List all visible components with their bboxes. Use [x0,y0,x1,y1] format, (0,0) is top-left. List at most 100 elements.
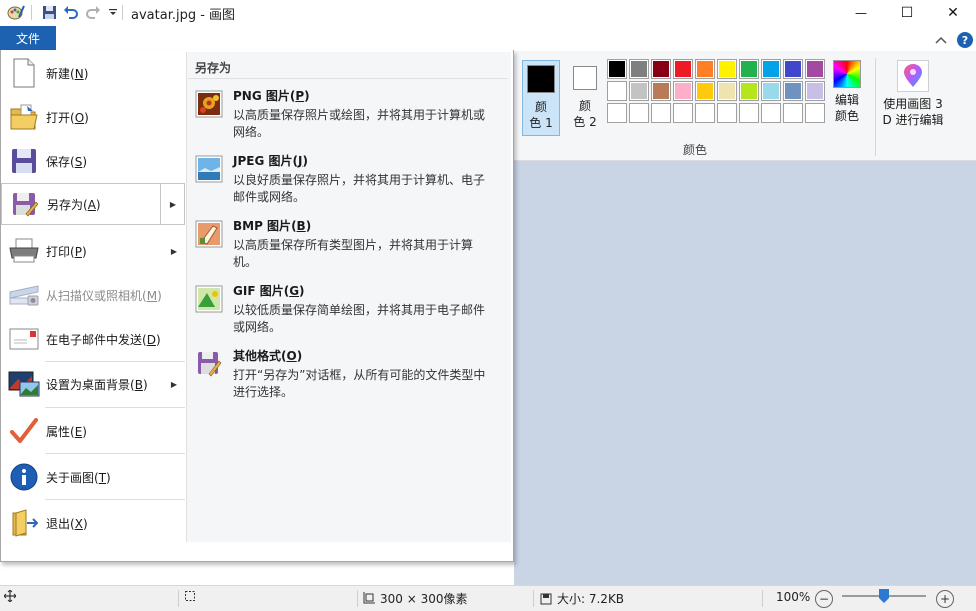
palette-custom-slot[interactable] [651,103,671,123]
palette-custom-slot[interactable] [739,103,759,123]
qat-divider [31,5,32,20]
file-menu-item-accelerator: A [87,197,96,212]
palette-color-swatch[interactable] [629,81,649,101]
file-menu-item-text: 新建 [46,66,71,81]
palette-color-fill [807,83,823,99]
palette-color-swatch[interactable] [739,59,759,79]
zoom-in-button[interactable]: + [936,590,954,608]
palette-custom-slot[interactable] [805,103,825,123]
file-menu-item[interactable]: 退出(X) [1,501,185,545]
file-menu-item-accelerator: O [74,110,85,125]
edit-colors-button[interactable]: 编辑 颜色 [830,60,864,124]
png-image-icon [195,90,223,118]
collapse-ribbon-icon[interactable] [932,31,950,49]
file-menu-item-label: 打印(P) [46,244,87,259]
close-button[interactable]: ✕ [930,0,976,25]
zoom-out-button[interactable]: − [815,590,833,608]
palette-custom-slot[interactable] [761,103,781,123]
palette-color-swatch[interactable] [629,59,649,79]
file-menu-item-text: 退出 [46,516,71,531]
palette-color-swatch[interactable] [651,59,671,79]
edit-with-paint3d-button[interactable]: 使用画图 3 D 进行编辑 [880,60,946,128]
file-menu-item[interactable]: 打开(O) [1,95,185,139]
other-formats-icon [195,350,223,378]
edit-colors-icon [833,60,861,88]
file-menu-item-text: 从扫描仪或照相机 [46,288,143,303]
palette-color-swatch[interactable] [673,59,693,79]
save-as-option[interactable]: 其他格式(O) 打开“另存为”对话框，从所有可能的文件类型中进行选择。 [195,347,495,407]
file-menu-item-label: 属性(E) [46,424,87,439]
email-icon [8,323,40,355]
file-menu-item[interactable]: 新建(N) [1,51,185,95]
file-menu-item[interactable]: 保存(S) [1,139,185,183]
palette-color-swatch[interactable] [651,81,671,101]
palette-color-swatch[interactable] [761,59,781,79]
file-menu-item[interactable]: 打印(P) ▶ [1,229,185,273]
palette-color-fill [675,61,691,77]
save-as-option[interactable]: BMP 图片(B) 以高质量保存所有类型图片，并将其用于计算机。 [195,217,495,277]
palette-color-swatch[interactable] [783,81,803,101]
palette-custom-slot[interactable] [695,103,715,123]
file-menu-item[interactable]: 设置为桌面背景(B) ▶ [1,361,185,407]
palette-color-fill [807,61,823,77]
image-dimensions: 300 × 300像素 [362,590,468,607]
file-menu-item-accelerator: M [146,288,158,303]
file-tab[interactable]: 文件 [0,26,56,50]
submenu-arrow-icon: ▶ [170,379,177,389]
file-menu-item[interactable]: 另存为(A) ▶ [1,183,185,225]
palette-color-swatch[interactable] [761,81,781,101]
palette-color-swatch[interactable] [607,59,627,79]
window-title: avatar.jpg - 画图 [131,8,236,23]
qat-undo-icon[interactable] [62,3,80,21]
bmp-image-icon [195,220,223,248]
canvas-area[interactable] [514,161,976,585]
palette-color-fill [653,83,669,99]
palette-color-swatch[interactable] [695,81,715,101]
palette-color-fill [763,61,779,77]
zoom-in-icon: + [939,592,951,606]
file-menu-item[interactable]: 属性(E) [1,409,185,453]
file-menu-item[interactable]: 在电子邮件中发送(D) [1,317,185,361]
palette-custom-slot[interactable] [629,103,649,123]
minimize-button[interactable]: — [838,0,884,25]
help-glyph: ? [957,32,973,48]
palette-color-swatch[interactable] [607,81,627,101]
color1-selector[interactable]: 颜色 1 [522,60,560,136]
palette-color-swatch[interactable] [717,59,737,79]
save-as-option-accelerator: O [286,349,297,363]
palette-color-swatch[interactable] [717,81,737,101]
qat-customize-icon[interactable] [104,3,122,21]
file-menu-item-accelerator: X [74,516,83,531]
save-disk-icon [8,145,40,177]
palette-color-swatch[interactable] [739,81,759,101]
qat-redo-icon[interactable] [84,3,102,21]
color2-selector[interactable]: 颜色 2 [566,60,604,134]
palette-color-swatch[interactable] [673,81,693,101]
save-as-option[interactable]: GIF 图片(G) 以较低质量保存简单绘图，并将其用于电子邮件或网络。 [195,282,495,342]
image-dimensions-text: 300 × 300像素 [380,592,468,606]
palette-color-swatch[interactable] [805,59,825,79]
paint-app-icon[interactable] [7,3,25,21]
file-menu-item-text: 属性 [46,424,71,439]
help-icon[interactable]: ? [956,31,974,49]
palette-custom-slot[interactable] [717,103,737,123]
palette-color-swatch[interactable] [783,59,803,79]
zoom-level: 100% [776,590,811,604]
qat-save-icon[interactable] [40,3,58,21]
status-divider [533,590,534,607]
file-menu-item[interactable]: 关于画图(T) [1,455,185,499]
palette-custom-slot[interactable] [783,103,803,123]
palette-color-swatch[interactable] [695,59,715,79]
file-menu-item-accelerator: E [74,424,83,439]
color1-label-line2: 色 1 [529,116,553,130]
save-as-option[interactable]: PNG 图片(P) 以高质量保存照片或绘图，并将其用于计算机或网络。 [195,87,495,147]
file-menu-item-accelerator: T [98,470,107,485]
palette-custom-slot[interactable] [607,103,627,123]
maximize-button[interactable]: ☐ [884,0,930,25]
save-as-option-title: GIF 图片(G) [233,284,305,298]
palette-color-swatch[interactable] [805,81,825,101]
exit-icon [8,507,40,539]
title-bar: avatar.jpg - 画图 — ☐ ✕ [0,0,976,25]
save-as-option[interactable]: JPEG 图片(J) 以良好质量保存照片，并将其用于计算机、电子邮件或网络。 [195,152,495,212]
palette-custom-slot[interactable] [673,103,693,123]
